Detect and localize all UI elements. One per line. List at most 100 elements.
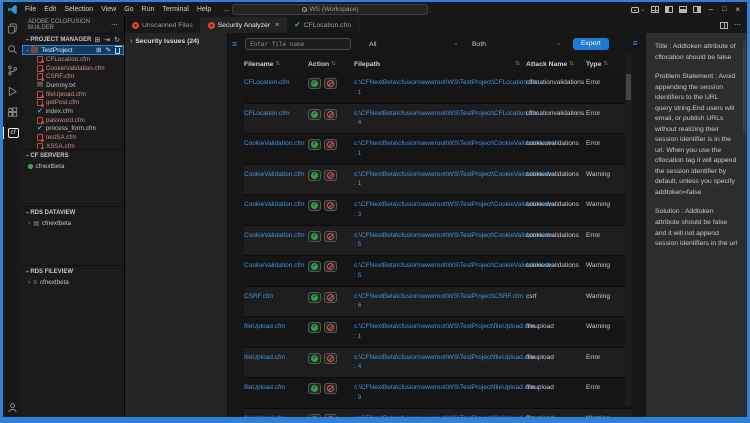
severity-dropdown[interactable]: All ›	[363, 41, 466, 48]
accept-issue-button[interactable]: ✓	[308, 78, 321, 89]
issue-filename-link[interactable]: fileUpload.cfm	[244, 322, 308, 332]
sort-icon[interactable]: ⇅	[603, 61, 608, 67]
accept-issue-button[interactable]: ✓	[308, 383, 321, 394]
rds-fileview-header[interactable]: › RDS FILEVIEW	[22, 265, 124, 277]
accept-issue-button[interactable]: ✓	[308, 139, 321, 150]
issue-filepath-link[interactable]: c:\CFNextBeta\cfusion\wwwroot\WS\TestPro…	[354, 78, 526, 98]
customize-layout-icon[interactable]	[651, 6, 659, 13]
details-menu-icon[interactable]: ≡	[633, 39, 646, 417]
type-dropdown[interactable]: Both ›	[466, 41, 569, 48]
toggle-secondary-sidebar-icon[interactable]	[693, 6, 701, 13]
import-project-icon[interactable]: ⇥	[104, 36, 110, 44]
tree-item-file[interactable]: ▤Dummy.txt	[22, 81, 124, 90]
issue-filename-link[interactable]: CFLocation.cfm	[244, 109, 308, 119]
issue-filename-link[interactable]: fileUpload.cfm	[244, 353, 308, 363]
restore-button[interactable]: □	[722, 6, 726, 13]
menu-file[interactable]: File	[21, 6, 40, 13]
extensions-icon[interactable]	[3, 106, 22, 118]
issue-row[interactable]: fileUpload.cfm✓ c:\CFNextBeta\cfusion\www…	[244, 409, 632, 423]
issue-row[interactable]: CFLocation.cfm✓ c:\CFNextBeta\cfusion\www…	[244, 73, 632, 104]
issue-row[interactable]: CookieValidation.cfm✓c:\CFNextBeta\cfusi…	[244, 226, 632, 257]
run-debug-icon[interactable]	[3, 85, 22, 97]
rds-dataview-header[interactable]: › RDS DATAVIEW	[22, 206, 124, 218]
issue-filename-link[interactable]: CookieValidation.cfm	[244, 231, 308, 241]
sort-icon[interactable]: ⇅	[275, 61, 280, 67]
accept-issue-button[interactable]: ✓	[308, 414, 321, 423]
issue-filepath-link[interactable]: c:\CFNextBeta\cfusion\wwwroot\WS\TestPro…	[354, 353, 526, 373]
accept-issue-button[interactable]: ✓	[308, 109, 321, 120]
tree-item-file[interactable]: XSSA.cfm	[22, 142, 124, 149]
issue-filename-link[interactable]: CFLocation.cfm	[244, 78, 308, 88]
tree-item-file[interactable]: fileUpload.cfm	[22, 90, 124, 99]
close-button[interactable]: ×	[735, 5, 740, 14]
column-header-type[interactable]: Type⇅	[586, 61, 618, 68]
issue-filepath-link[interactable]: c:\CFNextBeta\cfusion\wwwroot\WS\TestPro…	[354, 109, 526, 129]
issue-filename-link[interactable]: CookieValidation.cfm	[244, 261, 308, 271]
tree-item-file[interactable]: ✔process_form.cfm	[22, 125, 124, 134]
tree-item-project[interactable]: › TestProject ⊞ ✎	[22, 45, 124, 55]
menu-selection[interactable]: Selection	[60, 6, 97, 13]
tree-item-file[interactable]: ✔index.cfm	[22, 107, 124, 116]
ignore-issue-button[interactable]	[324, 383, 337, 394]
sort-icon[interactable]: ⇅	[515, 61, 520, 67]
delete-icon[interactable]	[115, 48, 120, 54]
column-header-attack-name[interactable]: Attack Name⇅	[526, 61, 586, 68]
ignore-issue-button[interactable]	[324, 139, 337, 150]
accept-issue-button[interactable]: ✓	[308, 353, 321, 364]
sort-icon[interactable]: ⇅	[569, 61, 574, 67]
tree-item-file[interactable]: CSRF.cfm	[22, 72, 124, 81]
filename-filter-input[interactable]	[245, 38, 351, 50]
accept-issue-button[interactable]: ✓	[308, 292, 321, 303]
issue-filename-link[interactable]: fileUpload.cfm	[244, 383, 308, 393]
details-scrollbar[interactable]	[743, 41, 746, 133]
accept-issue-button[interactable]: ✓	[308, 261, 321, 272]
issue-row[interactable]: CSRF.cfm✓c:\CFNextBeta\cfusion\wwwroot\W…	[244, 287, 632, 318]
sort-icon[interactable]: ⇅	[331, 61, 336, 67]
accept-issue-button[interactable]: ✓	[308, 170, 321, 181]
copilot-menu[interactable]: ›	[631, 7, 643, 13]
split-editor-icon[interactable]	[720, 22, 728, 29]
cf-servers-header[interactable]: › CF SERVERS	[22, 149, 124, 161]
security-issues-header[interactable]: › Security Issues (24)	[125, 38, 227, 45]
issue-filepath-link[interactable]: c:\CFNextBeta\cfusion\wwwroot\WS\TestPro…	[354, 383, 526, 403]
back-icon[interactable]: ←	[223, 5, 231, 14]
issue-row[interactable]: CookieValidation.cfm✓c:\CFNextBeta\cfusi…	[244, 165, 632, 196]
toggle-sidebar-icon[interactable]	[665, 6, 673, 13]
issue-filepath-link[interactable]: c:\CFNextBeta\cfusion\wwwroot\WS\TestPro…	[354, 322, 526, 342]
ignore-issue-button[interactable]	[324, 78, 337, 89]
ignore-issue-button[interactable]	[324, 292, 337, 303]
issue-filename-link[interactable]: fileUpload.cfm	[244, 414, 308, 423]
more-actions-icon[interactable]: ⋯	[734, 21, 741, 29]
minimize-button[interactable]: –	[709, 5, 713, 14]
search-sidebar-icon[interactable]	[3, 43, 22, 55]
more-actions-icon[interactable]: ⋯	[111, 21, 118, 29]
column-header-filepath[interactable]: Filepath⇅	[354, 61, 526, 68]
issue-filename-link[interactable]: CookieValidation.cfm	[244, 200, 308, 210]
ignore-issue-button[interactable]	[324, 231, 337, 242]
rename-icon[interactable]: ✎	[106, 46, 111, 54]
accept-issue-button[interactable]: ✓	[308, 322, 321, 333]
explorer-icon[interactable]	[3, 22, 22, 34]
issue-filename-link[interactable]: CSRF.cfm	[244, 292, 308, 302]
ignore-issue-button[interactable]	[324, 322, 337, 333]
tree-item-file[interactable]: testSA.cfm	[22, 133, 124, 142]
issue-filename-link[interactable]: CookieValidation.cfm	[244, 170, 308, 180]
coldfusion-builder-icon[interactable]: cf	[3, 127, 22, 139]
ignore-issue-button[interactable]	[324, 353, 337, 364]
issue-filepath-link[interactable]: c:\CFNextBeta\cfusion\wwwroot\WS\TestPro…	[354, 261, 526, 281]
issue-row[interactable]: CookieValidation.cfm✓ c:\CFNextBeta\cfusi…	[244, 256, 632, 287]
tab-security-analyzer[interactable]: Security Analyzer×	[201, 17, 288, 33]
vertical-scrollbar[interactable]	[625, 55, 632, 405]
server-item[interactable]: cfnextbeta	[22, 161, 124, 170]
column-header-filename[interactable]: Filename⇅	[244, 61, 308, 68]
toggle-panel-icon[interactable]	[679, 6, 687, 13]
menu-run[interactable]: Run	[138, 6, 159, 13]
issue-filepath-link[interactable]: c:\CFNextBeta\cfusion\wwwroot\WS\TestPro…	[354, 414, 526, 423]
ignore-issue-button[interactable]	[324, 109, 337, 120]
menu-edit[interactable]: Edit	[40, 6, 60, 13]
rds-fileview-item[interactable]: › ≡ cfnextbeta	[22, 277, 124, 286]
ignore-issue-button[interactable]	[324, 261, 337, 272]
issue-filepath-link[interactable]: c:\CFNextBeta\cfusion\wwwroot\WS\TestPro…	[354, 200, 526, 220]
project-manager-header[interactable]: › PROJECT MANAGER ⊞ ⇥ ↻	[22, 33, 124, 45]
issue-filepath-link[interactable]: c:\CFNextBeta\cfusion\wwwroot\WS\TestPro…	[354, 139, 526, 159]
